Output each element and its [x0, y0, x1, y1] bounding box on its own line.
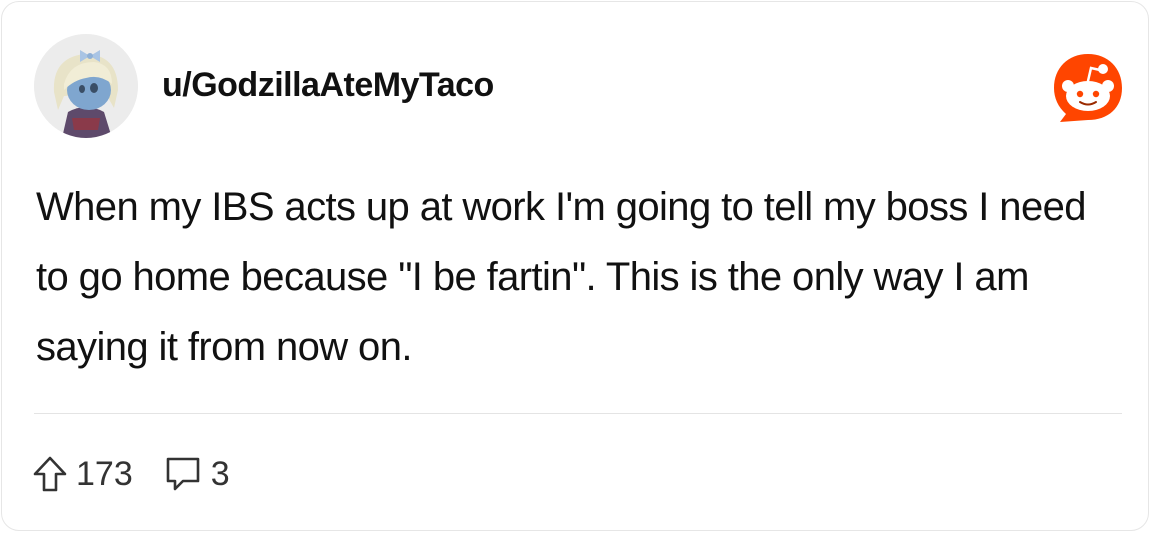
comment-bubble-icon — [163, 455, 203, 493]
divider — [34, 413, 1122, 414]
avatar-image — [34, 34, 138, 138]
post-author-username[interactable]: u/GodzillaAteMyTaco — [162, 66, 494, 105]
comments-button[interactable]: 3 — [163, 455, 230, 494]
post-card: u/GodzillaAteMyTaco When my IBS acts up … — [1, 1, 1149, 531]
upvote-count: 173 — [76, 454, 133, 493]
upvote-button[interactable]: 173 — [32, 455, 133, 494]
post-actions: 173 3 — [32, 450, 230, 498]
user-avatar[interactable] — [34, 34, 138, 138]
comment-count: 3 — [210, 454, 230, 493]
reddit-logo-icon — [1050, 50, 1126, 126]
upvote-arrow-icon — [32, 455, 68, 493]
post-body-text: When my IBS acts up at work I'm going to… — [36, 185, 1086, 369]
